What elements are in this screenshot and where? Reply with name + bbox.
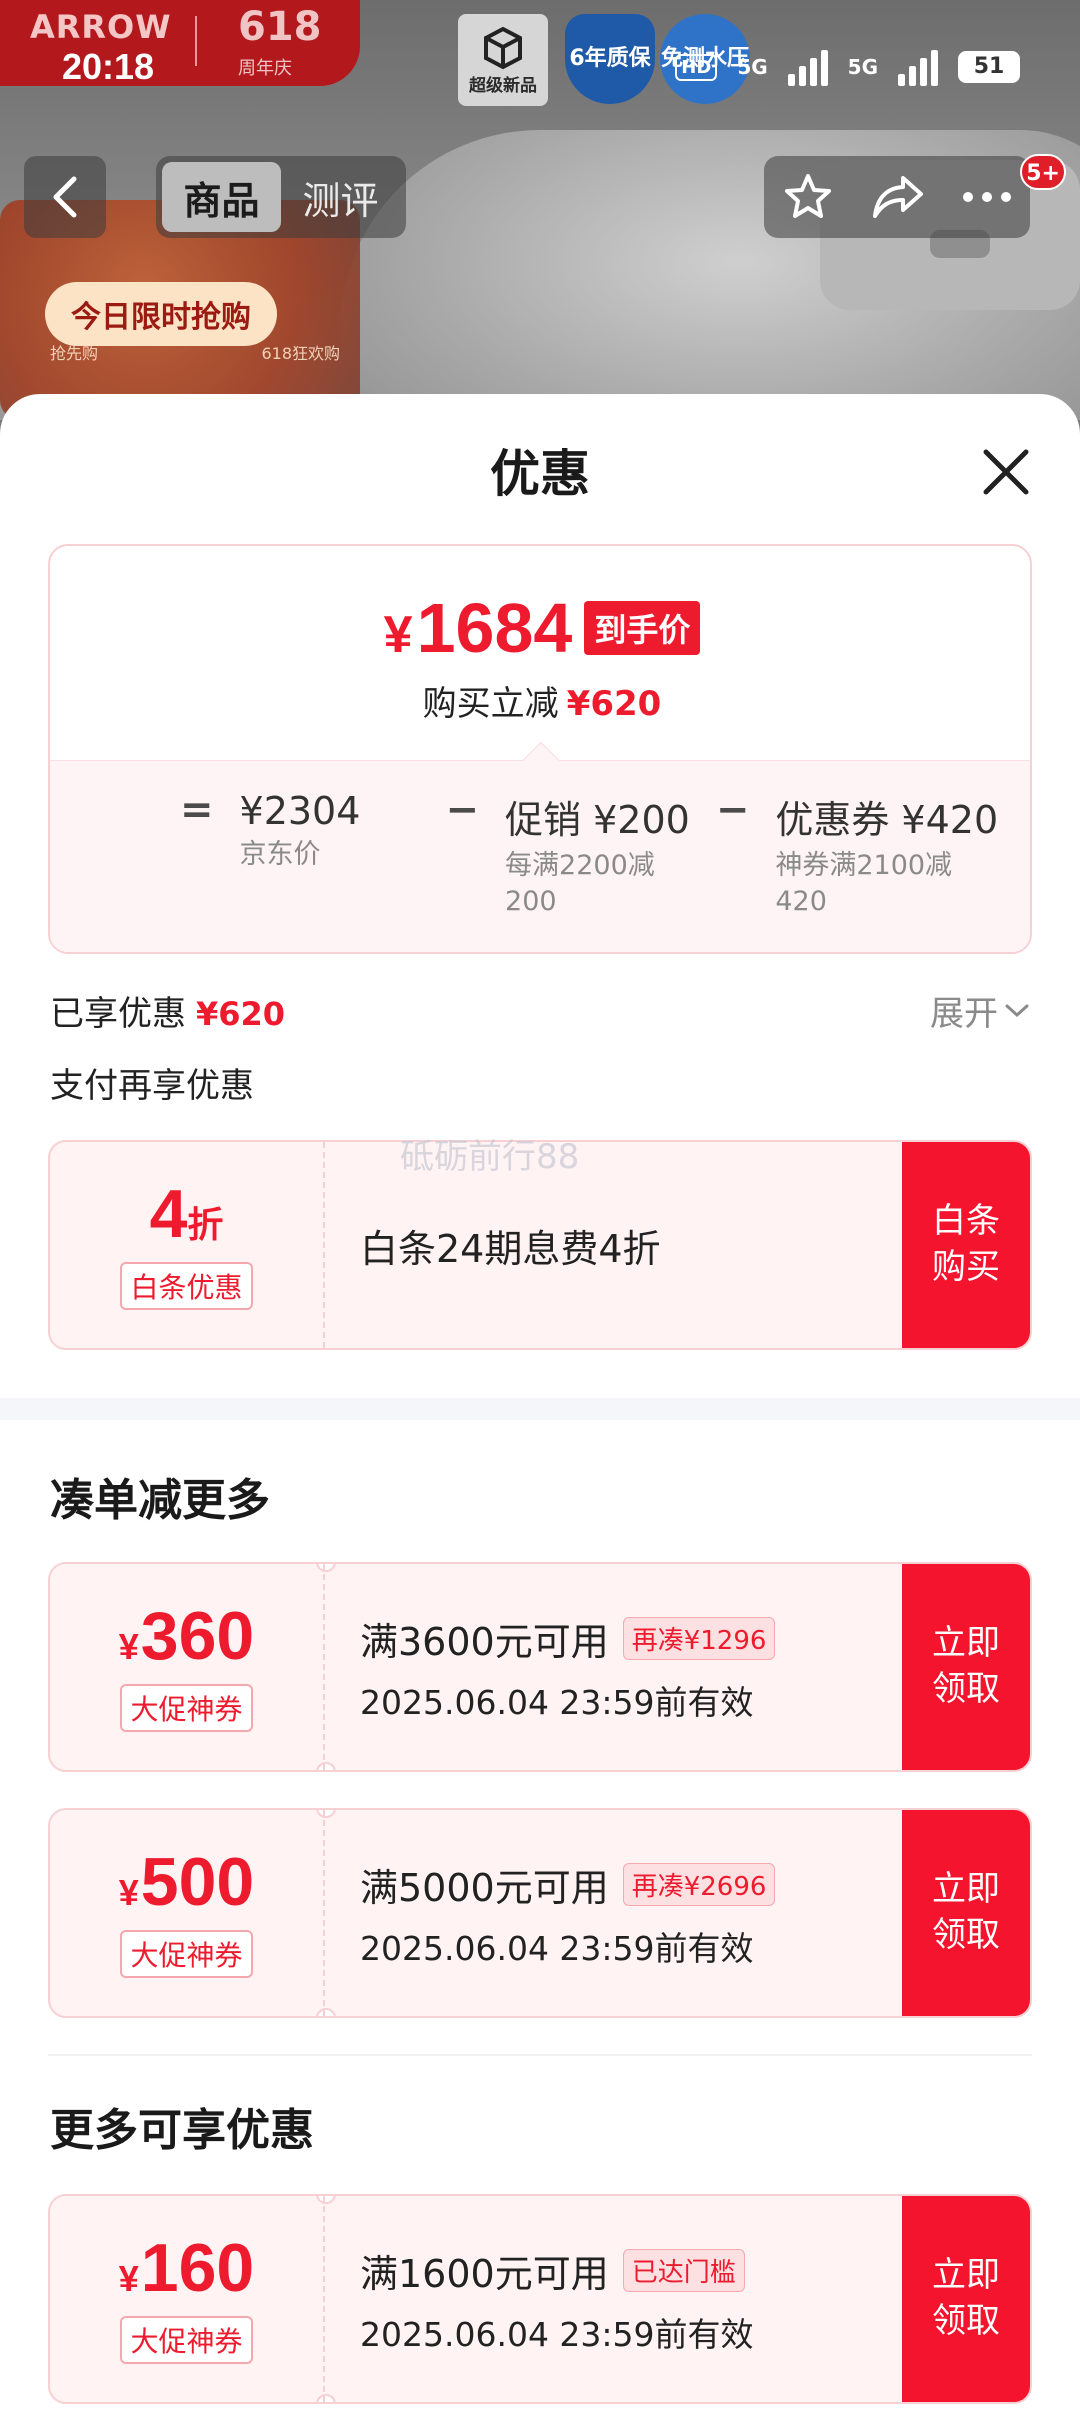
pay-more-label: 支付再享优惠: [50, 1066, 254, 1106]
coupon-gap-tag: 再凑¥2696: [622, 1862, 776, 1906]
breakdown-coupon: 优惠券 ¥420 神券满2100减420: [775, 798, 999, 917]
section-divider: [0, 1398, 1080, 1420]
instant-discount-line: 购买立减 ¥620: [422, 684, 662, 724]
expand-button[interactable]: 展开: [930, 986, 1030, 1035]
signal-icon: [787, 48, 828, 86]
coupon-condition: 满1600元可用 已达门槛: [360, 2243, 754, 2298]
close-button[interactable]: [978, 444, 1034, 500]
claim-coupon-button[interactable]: 立即领取: [902, 1564, 1030, 1770]
coupon-card: ¥500 大促神券 满5000元可用 再凑¥2696 2025.06.04 23…: [48, 1808, 1032, 2018]
network-label-1: 5G: [737, 55, 768, 79]
minus-sign: −: [445, 787, 480, 833]
breakdown-promotion: 促销 ¥200 每满2200减200: [505, 798, 690, 917]
tab-product[interactable]: 商品: [162, 162, 281, 232]
coupon-kind: 大促神券: [120, 1930, 253, 1978]
signal-icon-2: [898, 48, 938, 86]
tab-review[interactable]: 测评: [281, 162, 400, 232]
coupon-validity: 2025.06.04 23:59前有效: [360, 2314, 754, 2354]
product-tabs: 商品 测评: [156, 156, 406, 238]
nav-actions: [764, 156, 1030, 238]
price-breakdown: = ¥2304 京东价 − 促销 ¥200 每满2200减200 − 优惠券 ¥…: [50, 760, 1030, 952]
promo-label: 今日限时抢购: [45, 282, 277, 346]
coupon-condition: 满3600元可用 再凑¥1296: [360, 1611, 776, 1666]
section-separator: [48, 2054, 1032, 2056]
coupon-threshold-tag: 已达门槛: [622, 2248, 745, 2292]
coupon-amount: ¥500: [118, 1844, 255, 1920]
coupon-gap-tag: 再凑¥1296: [622, 1616, 776, 1660]
breakdown-jd-price: ¥2304 京东价: [239, 789, 361, 870]
close-icon: [983, 449, 1029, 495]
claim-coupon-button[interactable]: 立即领取: [902, 2196, 1030, 2402]
status-bar: 20:18 HD 5G 5G 51: [0, 0, 1080, 120]
discount-sheet: 优惠 ¥1684 到手价 购买立减 ¥620 = ¥2304 京东价 − 促销 …: [0, 394, 1080, 2412]
coupon-card: ¥360 大促神券 满3600元可用 再凑¥1296 2025.06.04 23…: [48, 1562, 1032, 1772]
baitiao-kind: 白条优惠: [120, 1262, 253, 1310]
status-icons: HD 5G 5G 51: [675, 48, 1020, 86]
chevron-down-icon: [1005, 1004, 1029, 1017]
network-label-2: 5G: [847, 55, 878, 79]
watermark: 砥砺前行88: [400, 1137, 580, 1177]
enjoyed-amount: ¥620: [196, 995, 286, 1033]
minus-sign: −: [715, 787, 750, 833]
sheet-title: 优惠: [490, 445, 590, 503]
enjoyed-discount: 已享优惠 ¥620: [50, 994, 286, 1034]
final-price: ¥1684: [383, 589, 573, 667]
promo-left-label: 抢先购: [50, 344, 99, 363]
final-price-tag: 到手价: [584, 601, 701, 655]
notification-count-badge: 5+: [1020, 154, 1066, 190]
baitiao-discount: 4折: [149, 1176, 224, 1252]
coupon-validity: 2025.06.04 23:59前有效: [360, 1682, 754, 1722]
status-time: 20:18: [62, 46, 155, 87]
baitiao-description: 白条24期息费4折: [360, 1226, 661, 1271]
hd-icon: HD: [675, 53, 718, 81]
claim-coupon-button[interactable]: 立即领取: [902, 1810, 1030, 2016]
promo-right-label: 618狂欢购: [261, 344, 340, 363]
coupon-amount: ¥160: [118, 2230, 255, 2306]
baitiao-buy-button[interactable]: 白条购买: [902, 1142, 1030, 1348]
share-icon[interactable]: [871, 172, 925, 222]
coupon-condition: 满5000元可用 再凑¥2696: [360, 1857, 776, 1912]
coupon-kind: 大促神券: [120, 1684, 253, 1732]
section-title-enjoy: 更多可享优惠: [50, 2105, 314, 2156]
coupon-kind: 大促神券: [120, 2316, 253, 2364]
back-icon: [53, 176, 77, 218]
coupon-validity: 2025.06.04 23:59前有效: [360, 1928, 754, 1968]
instant-discount-amount: ¥620: [566, 684, 662, 724]
more-icon[interactable]: [962, 191, 1012, 203]
back-button[interactable]: [24, 156, 106, 238]
star-icon[interactable]: [782, 171, 834, 223]
equals-sign: =: [180, 787, 214, 833]
coupon-amount: ¥360: [118, 1598, 255, 1674]
price-summary-card: ¥1684 到手价 购买立减 ¥620 = ¥2304 京东价 − 促销 ¥200…: [48, 544, 1032, 954]
section-title-more: 凑单减更多: [50, 1475, 270, 1526]
promo-progress: 抢先购 618狂欢购: [50, 340, 340, 366]
coupon-card: ¥160 大促神券 满1600元可用 已达门槛 2025.06.04 23:59…: [48, 2194, 1032, 2404]
battery-icon: 51: [958, 51, 1020, 83]
